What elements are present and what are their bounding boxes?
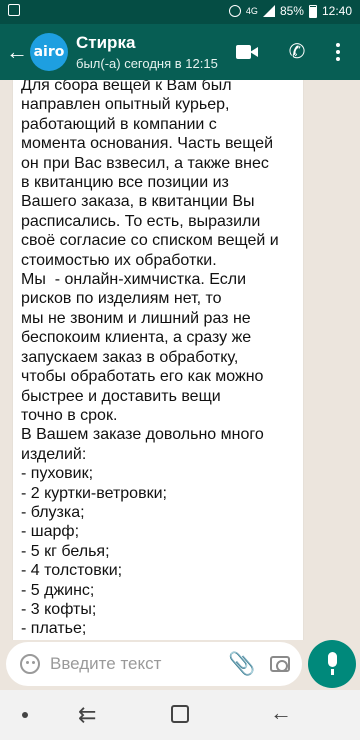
- status-bar: 4G 85% 12:40: [0, 0, 360, 24]
- compose-field-container: 📎: [6, 642, 302, 686]
- clock: 12:40: [321, 4, 352, 18]
- home-icon[interactable]: [171, 705, 189, 723]
- mic-icon: [328, 652, 337, 667]
- battery-icon: [308, 4, 317, 18]
- avatar[interactable]: airo: [30, 33, 68, 71]
- nav-dot-icon[interactable]: [22, 712, 28, 718]
- last-seen-status: был(-а) сегодня в 12:15: [76, 56, 218, 71]
- recent-apps-icon[interactable]: ⇇: [78, 704, 96, 726]
- chat-header: ← airo Стирка был(-а) сегодня в 12:15 ✆: [0, 24, 360, 80]
- contact-name[interactable]: Стирка: [76, 33, 135, 53]
- message-input[interactable]: [50, 650, 220, 678]
- battery-percent: 85%: [279, 4, 304, 18]
- more-options-icon[interactable]: [326, 40, 350, 64]
- nav-back-icon[interactable]: ←: [270, 702, 292, 724]
- gallery-notification-icon: [8, 4, 20, 16]
- signal-icon: [262, 5, 275, 17]
- system-nav-bar: ⇇ ←: [0, 690, 360, 740]
- camera-icon[interactable]: [270, 656, 290, 672]
- chat-area[interactable]: Для сбора вещей к Вам был направлен опыт…: [0, 80, 360, 640]
- network-type: 4G: [245, 6, 258, 16]
- paperclip-icon[interactable]: 📎: [228, 651, 255, 677]
- back-arrow-icon[interactable]: ←: [4, 38, 30, 66]
- emoji-icon[interactable]: [20, 654, 40, 674]
- message-text: Для сбора вещей к Вам был направлен опыт…: [21, 80, 279, 640]
- compose-bar: 📎: [0, 640, 360, 690]
- voice-record-button[interactable]: [308, 640, 356, 688]
- message-bubble[interactable]: Для сбора вещей к Вам был направлен опыт…: [13, 80, 303, 640]
- video-call-icon[interactable]: [236, 40, 260, 64]
- alarm-icon: [228, 5, 241, 17]
- phone-call-icon[interactable]: ✆: [285, 40, 309, 64]
